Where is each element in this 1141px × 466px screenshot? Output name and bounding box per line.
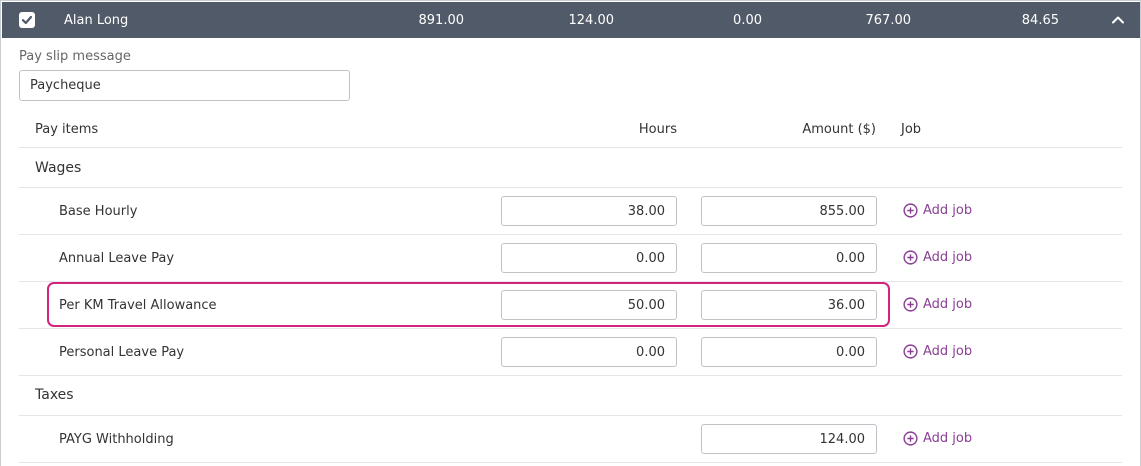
plus-circle-icon bbox=[903, 344, 918, 359]
employee-name: Alan Long bbox=[64, 13, 129, 28]
plus-circle-icon bbox=[903, 203, 918, 218]
divider bbox=[19, 462, 1122, 463]
add-job-button[interactable]: Add job bbox=[903, 203, 972, 218]
pay-item-label: Base Hourly bbox=[59, 204, 138, 219]
add-job-button[interactable]: Add job bbox=[903, 250, 972, 265]
col-header-hours: Hours bbox=[638, 122, 677, 137]
add-job-label: Add job bbox=[923, 203, 973, 218]
employee-deductions: 0.00 bbox=[733, 13, 762, 28]
pay-slip-message-label: Pay slip message bbox=[19, 49, 131, 64]
employee-gross-pay: 891.00 bbox=[418, 13, 465, 28]
amount-input[interactable] bbox=[701, 290, 877, 320]
plus-circle-icon bbox=[903, 250, 918, 265]
add-job-button[interactable]: Add job bbox=[903, 344, 972, 359]
amount-input[interactable] bbox=[701, 424, 877, 454]
add-job-button[interactable]: Add job bbox=[903, 431, 972, 446]
pay-item-label: Annual Leave Pay bbox=[59, 251, 175, 266]
add-job-label: Add job bbox=[923, 250, 973, 265]
plus-circle-icon bbox=[903, 431, 918, 446]
employee-taxes: 124.00 bbox=[568, 13, 615, 28]
plus-circle-icon bbox=[903, 297, 918, 312]
hours-input[interactable] bbox=[501, 337, 677, 367]
divider bbox=[19, 375, 1122, 376]
hours-input[interactable] bbox=[501, 243, 677, 273]
add-job-label: Add job bbox=[923, 344, 973, 359]
hours-input[interactable] bbox=[501, 196, 677, 226]
divider bbox=[19, 328, 1122, 329]
chevron-up-icon[interactable] bbox=[1110, 12, 1126, 28]
add-job-label: Add job bbox=[923, 431, 973, 446]
section-title-wages: Wages bbox=[35, 160, 82, 176]
col-header-amount: Amount ($) bbox=[802, 122, 876, 137]
pay-slip-message-input[interactable] bbox=[19, 70, 350, 101]
add-job-label: Add job bbox=[923, 297, 973, 312]
divider bbox=[19, 234, 1122, 235]
amount-input[interactable] bbox=[701, 243, 877, 273]
divider bbox=[19, 415, 1122, 416]
checkbox-checked-icon bbox=[21, 15, 33, 25]
divider bbox=[19, 147, 1122, 148]
section-title-taxes: Taxes bbox=[35, 387, 74, 403]
divider bbox=[19, 187, 1122, 188]
amount-input[interactable] bbox=[701, 337, 877, 367]
col-header-job: Job bbox=[901, 122, 922, 137]
pay-item-label: Per KM Travel Allowance bbox=[59, 298, 217, 313]
pay-item-label: PAYG Withholding bbox=[59, 432, 174, 447]
amount-input[interactable] bbox=[701, 196, 877, 226]
divider bbox=[19, 281, 1122, 282]
add-job-button[interactable]: Add job bbox=[903, 297, 972, 312]
employee-header-bar[interactable]: Alan Long 891.00 124.00 0.00 767.00 84.6… bbox=[2, 2, 1140, 38]
pay-item-label: Personal Leave Pay bbox=[59, 345, 185, 360]
employee-net-pay: 767.00 bbox=[865, 13, 912, 28]
pay-run-employee-panel: Alan Long 891.00 124.00 0.00 767.00 84.6… bbox=[0, 0, 1141, 466]
hours-input[interactable] bbox=[501, 290, 677, 320]
employee-super: 84.65 bbox=[1021, 13, 1059, 28]
col-header-pay-items: Pay items bbox=[35, 122, 99, 137]
employee-select-checkbox[interactable] bbox=[19, 12, 35, 28]
